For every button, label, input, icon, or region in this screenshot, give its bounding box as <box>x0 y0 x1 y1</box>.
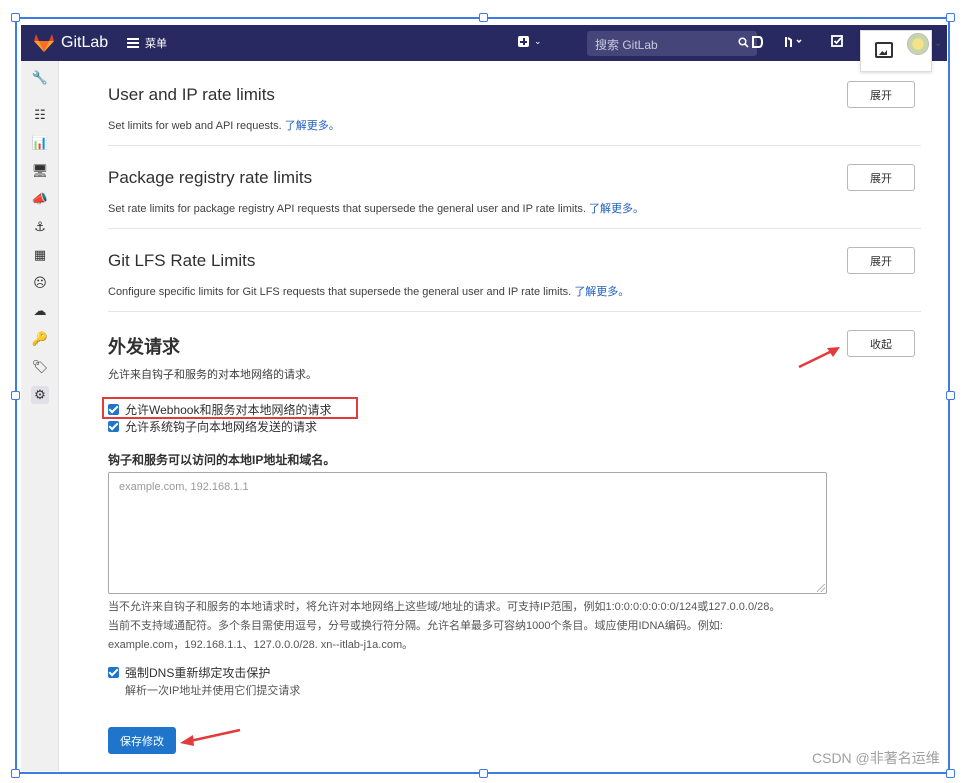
checkbox-dns-rebinding-protection[interactable]: 强制DNS重新绑定攻击保护 <box>108 664 270 681</box>
expand-button-git-lfs-rate-limits[interactable]: 展开 <box>847 247 915 274</box>
monitoring-icon[interactable]: 🖥 <box>31 162 49 180</box>
chevron-down-icon[interactable]: ⌄ <box>934 38 942 49</box>
allowlist-placeholder: example.com, 192.168.1.1 <box>119 481 249 493</box>
abuse-reports-icon[interactable]: ☹ <box>31 274 49 292</box>
admin-sidebar: 🔧 ☷ 📊 🖥 📣 ⚓ ▦ ☹ ☁ 🔑 🏷 ⚙ <box>21 61 59 771</box>
menu-label: 菜单 <box>145 38 167 50</box>
merge-requests-dropdown[interactable] <box>783 35 803 52</box>
dns-help-text: 解析一次IP地址并使用它们提交请求 <box>125 685 301 697</box>
section-desc-package-registry-rate-limits: Set rate limits for package registry API… <box>108 203 644 215</box>
checkbox-label: 允许系统钩子向本地网络发送的请求 <box>125 420 318 434</box>
checkbox-checked[interactable] <box>108 667 119 678</box>
resize-handle[interactable] <box>479 13 488 22</box>
section-desc-user-ip-rate-limits: Set limits for web and API requests. 了解更… <box>108 120 340 132</box>
annotation-arrow-icon <box>798 347 840 369</box>
analytics-icon[interactable]: 📊 <box>31 134 49 152</box>
annotation-arrow-icon <box>180 728 241 746</box>
allowlist-textarea[interactable]: example.com, 192.168.1.1 <box>108 472 827 594</box>
search-icon <box>738 37 749 48</box>
credentials-icon[interactable]: 🔑 <box>31 330 49 348</box>
image-icon[interactable] <box>875 42 893 58</box>
resize-grip-icon[interactable] <box>817 584 825 592</box>
checkbox-allow-system-hooks-local-requests[interactable]: 允许系统钩子向本地网络发送的请求 <box>108 418 317 435</box>
section-desc-outbound-requests: 允许来自钩子和服务的对本地网络的请求。 <box>108 369 317 381</box>
plus-square-icon <box>518 36 529 47</box>
checkbox-label: 强制DNS重新绑定攻击保护 <box>125 666 271 680</box>
collapse-button-outbound-requests[interactable]: 收起 <box>847 330 915 357</box>
allowlist-help-text: 当不允许来自钩子和服务的本地请求时，将允许对本地网络上这些域/地址的请求。可支持… <box>108 601 781 651</box>
expand-button-user-ip-rate-limits[interactable]: 展开 <box>847 81 915 108</box>
applications-icon[interactable]: ▦ <box>31 246 49 264</box>
learn-more-link[interactable]: 了解更多。 <box>589 203 644 215</box>
learn-more-link[interactable]: 了解更多。 <box>285 120 340 132</box>
messages-icon[interactable]: 📣 <box>31 190 49 208</box>
todo-icon[interactable] <box>831 35 844 48</box>
section-divider <box>108 145 921 146</box>
section-title-package-registry-rate-limits: Package registry rate limits <box>108 168 313 187</box>
allowlist-label: 钩子和服务可以访问的本地IP地址和域名。 <box>108 453 336 467</box>
checkbox-checked[interactable] <box>108 421 119 432</box>
hamburger-icon <box>127 38 139 48</box>
watermark-text: CSDN @非著名运维 <box>812 750 940 766</box>
issues-icon[interactable] <box>750 35 764 49</box>
expand-button-package-registry-rate-limits[interactable]: 展开 <box>847 164 915 191</box>
search-placeholder: 搜索 GitLab <box>595 38 658 52</box>
section-title-outbound-requests: 外发请求 <box>108 337 180 357</box>
labels-icon[interactable]: 🏷 <box>31 358 49 376</box>
resize-handle[interactable] <box>946 13 955 22</box>
resize-handle[interactable] <box>946 391 955 400</box>
annotation-highlight-box <box>102 397 358 419</box>
gitlab-logo-icon[interactable] <box>33 33 55 53</box>
learn-more-link[interactable]: 了解更多。 <box>574 286 629 298</box>
save-changes-button[interactable]: 保存修改 <box>108 727 176 754</box>
brand-name[interactable]: GitLab <box>61 34 108 52</box>
section-title-git-lfs-rate-limits: Git LFS Rate Limits <box>108 251 256 270</box>
merge-request-icon <box>785 37 802 47</box>
top-navbar: GitLab 菜单 ⌄ 搜索 GitLab <box>21 25 947 61</box>
system-hooks-icon[interactable]: ⚓ <box>31 218 49 236</box>
new-item-dropdown[interactable]: ⌄ <box>518 36 542 47</box>
overview-icon[interactable]: ☷ <box>31 106 49 124</box>
resize-handle[interactable] <box>946 769 955 778</box>
section-desc-git-lfs-rate-limits: Configure specific limits for Git LFS re… <box>108 286 630 298</box>
chevron-down-icon: ⌄ <box>534 36 542 46</box>
avatar[interactable] <box>907 33 929 55</box>
section-title-user-ip-rate-limits: User and IP rate limits <box>108 85 275 104</box>
section-divider <box>108 311 921 312</box>
resize-handle[interactable] <box>11 769 20 778</box>
settings-gear-icon[interactable]: ⚙ <box>31 386 49 404</box>
search-input[interactable]: 搜索 GitLab <box>587 31 757 56</box>
wrench-icon[interactable]: 🔧 <box>31 69 49 87</box>
section-divider <box>108 228 921 229</box>
resize-handle[interactable] <box>11 13 20 22</box>
cloud-icon[interactable]: ☁ <box>31 302 49 320</box>
menu-button[interactable]: 菜单 <box>127 35 167 51</box>
resize-handle[interactable] <box>11 391 20 400</box>
